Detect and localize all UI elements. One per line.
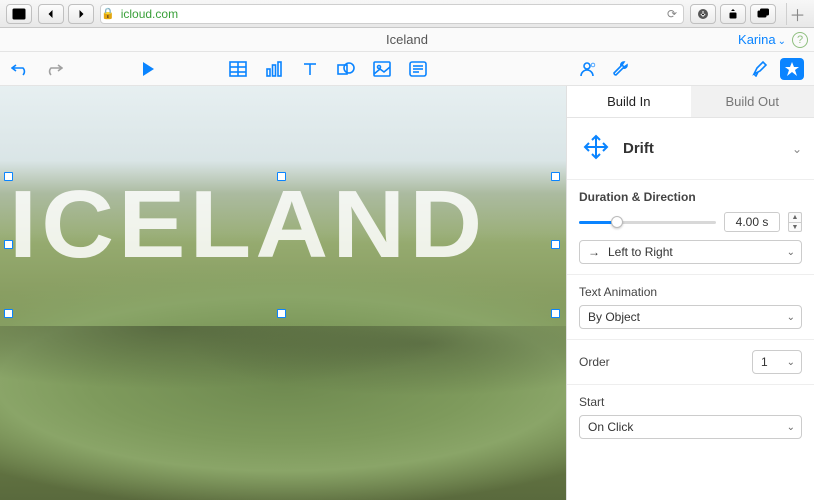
effect-selector[interactable]: Drift ⌄ [567,118,814,180]
insert-table-button[interactable] [228,59,248,79]
new-tab-button[interactable]: ＋ [786,3,808,25]
direction-value: Left to Right [608,245,673,259]
lock-icon: 🔒 [101,7,115,20]
slider-thumb[interactable] [611,216,623,228]
downloads-button[interactable] [690,4,716,24]
back-button[interactable] [38,4,64,24]
tabs-button[interactable] [750,4,776,24]
inspector-panel: Build In Build Out Drift ⌄ Duration & Di… [566,86,814,500]
order-select[interactable]: 1 ⌄ [752,350,802,374]
forward-button[interactable] [68,4,94,24]
resize-handle[interactable] [277,309,286,318]
address-bar[interactable]: 🔒 icloud.com ⟳ [100,4,684,24]
document-title: Iceland [386,32,428,47]
text-animation-value: By Object [588,310,640,324]
order-value: 1 [761,355,768,369]
url-text: icloud.com [121,7,178,21]
resize-handle[interactable] [277,172,286,181]
build-tabs: Build In Build Out [567,86,814,118]
collaborate-button[interactable] [578,59,598,79]
section-heading: Text Animation [579,285,802,299]
resize-handle[interactable] [551,309,560,318]
toolbar [0,52,814,86]
main-area: ICELAND Build In Build Out [0,86,814,500]
chevron-updown-icon: ⌄ [787,312,795,323]
duration-section: Duration & Direction 4.00 s ▲▼ → Left to… [567,180,814,275]
redo-button[interactable] [44,59,64,79]
duration-field[interactable]: 4.00 s [724,212,780,232]
resize-handle[interactable] [551,240,560,249]
help-button[interactable]: ? [792,32,808,48]
resize-handle[interactable] [4,309,13,318]
tab-build-in[interactable]: Build In [567,86,691,117]
title-bar: Iceland Karina⌄ ? [0,28,814,52]
tab-build-out[interactable]: Build Out [691,86,814,117]
tools-button[interactable] [610,59,630,79]
drift-icon [579,130,613,167]
start-label: Start [579,395,802,409]
chevron-updown-icon: ⌄ [787,422,795,433]
chevron-updown-icon: ⌄ [787,247,795,258]
section-heading: Duration & Direction [579,190,802,204]
undo-button[interactable] [10,59,30,79]
insert-text-button[interactable] [300,59,320,79]
chevron-down-icon: ⌄ [778,36,786,47]
order-section: Order 1 ⌄ [567,340,814,385]
resize-handle[interactable] [4,240,13,249]
slide-canvas[interactable]: ICELAND [0,86,566,500]
selected-text-box[interactable]: ICELAND [8,176,556,314]
start-section: Start On Click ⌄ [567,385,814,449]
format-brush-button[interactable] [750,58,770,78]
direction-select[interactable]: → Left to Right ⌄ [579,240,802,264]
insert-comment-button[interactable] [408,59,428,79]
insert-image-button[interactable] [372,59,392,79]
insert-shape-button[interactable] [336,59,356,79]
duration-slider[interactable] [579,221,716,224]
reload-icon[interactable]: ⟳ [667,7,677,21]
share-button[interactable] [720,4,746,24]
text-animation-select[interactable]: By Object ⌄ [579,305,802,329]
insert-chart-button[interactable] [264,59,284,79]
text-animation-section: Text Animation By Object ⌄ [567,275,814,340]
direction-arrow-icon: → [588,245,600,259]
chevron-updown-icon: ⌄ [787,357,795,368]
sidebar-toggle-button[interactable] [6,4,32,24]
slide-title-text[interactable]: ICELAND [9,177,566,273]
start-select[interactable]: On Click ⌄ [579,415,802,439]
animate-inspector-button[interactable] [780,58,804,80]
duration-stepper[interactable]: ▲▼ [788,212,802,232]
chevron-down-icon: ⌄ [792,142,802,156]
start-value: On Click [588,420,633,434]
effect-name: Drift [623,140,654,157]
order-label: Order [579,355,610,369]
browser-chrome: 🔒 icloud.com ⟳ ＋ [0,0,814,28]
resize-handle[interactable] [4,172,13,181]
user-menu[interactable]: Karina⌄ [738,32,786,47]
play-button[interactable] [138,59,158,79]
resize-handle[interactable] [551,172,560,181]
